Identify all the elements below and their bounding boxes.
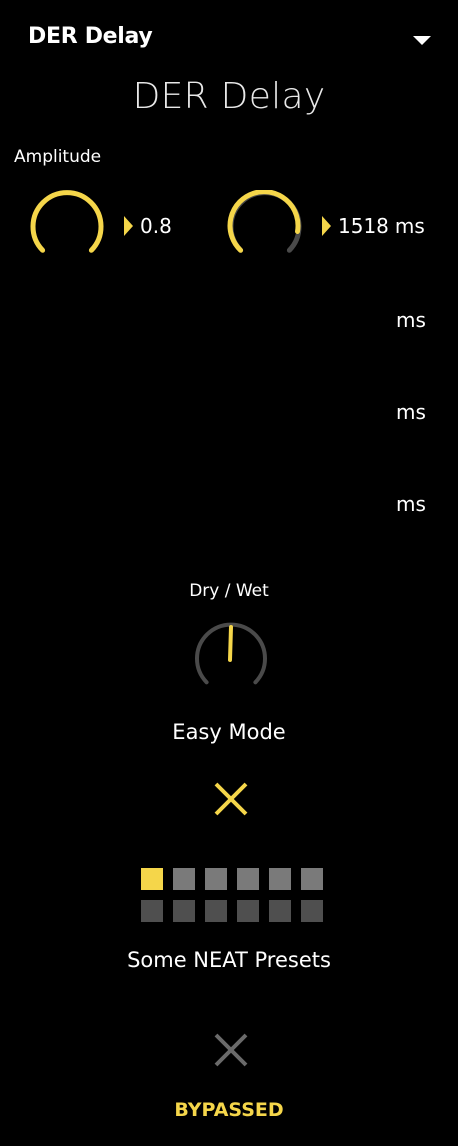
easy-mode-label: Easy Mode [172,720,286,744]
amplitude-knob-arc [30,190,104,253]
amplitude-knob[interactable] [28,190,106,258]
preset-grid [141,868,323,922]
preset-cell[interactable] [269,868,291,890]
preset-cell[interactable] [237,868,259,890]
preset-cell[interactable] [301,868,323,890]
preset-cell[interactable] [301,900,323,922]
dry-wet-label: Dry / Wet [189,581,269,601]
amplitude-value-text: 0.8 [140,214,172,238]
preset-cell[interactable] [269,900,291,922]
value-arrow-icon [322,216,331,236]
bypass-status: BYPASSED [174,1099,284,1121]
preset-cell[interactable] [141,900,163,922]
unit-label: ms [396,400,426,424]
chevron-down-icon[interactable] [413,36,431,45]
delay-time-value[interactable]: 1518 ms [322,214,425,238]
delay-time-unit: ms [394,214,425,238]
preset-cell[interactable] [237,900,259,922]
delay-time-knob[interactable] [226,190,304,258]
dry-wet-knob-pointer [228,625,233,662]
unit-label: ms [396,308,426,332]
delay-time-value-text: 1518 [338,214,389,238]
unit-label: ms [396,492,426,516]
preset-cell[interactable] [205,900,227,922]
plugin-title: DER Delay [132,76,326,117]
amplitude-value[interactable]: 0.8 [124,214,172,238]
easy-mode-toggle[interactable] [212,780,250,818]
preset-cell[interactable] [141,868,163,890]
preset-cell[interactable] [173,900,195,922]
preset-cell[interactable] [173,868,195,890]
header-title: DER Delay [28,24,153,49]
amplitude-label: Amplitude [14,147,102,167]
dry-wet-knob[interactable] [192,622,270,690]
bypass-toggle[interactable] [212,1031,250,1069]
value-arrow-icon [124,216,133,236]
presets-label: Some NEAT Presets [127,948,331,972]
preset-cell[interactable] [205,868,227,890]
delay-knob-arc [227,190,301,253]
